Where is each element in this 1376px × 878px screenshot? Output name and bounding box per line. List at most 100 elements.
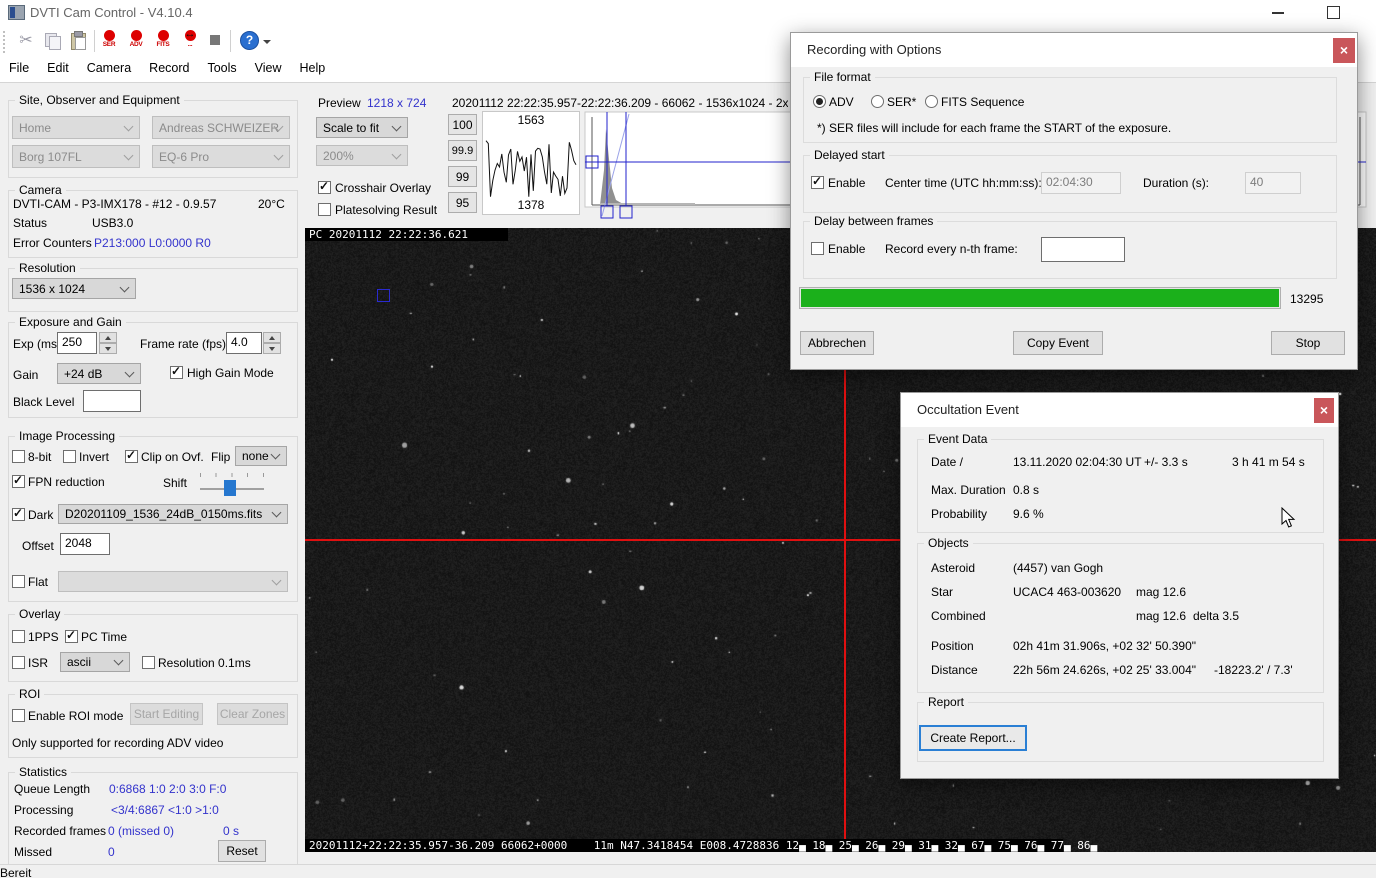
observer-select[interactable]: Andreas SCHWEIZER (152, 116, 290, 139)
recording-progress-fill (801, 289, 1279, 307)
processing-value: <3/4:6867 <1:0 >1:0 (111, 803, 219, 817)
clip-label: Clip on Ovf. (141, 450, 204, 464)
chevron-down-icon (272, 508, 282, 518)
high-gain-label: High Gain Mode (187, 366, 274, 380)
site-select[interactable]: Home (12, 116, 140, 139)
telescope-select[interactable]: Borg 107FL (12, 145, 140, 168)
isr-mode-select[interactable]: ascii (60, 652, 130, 672)
roi-enable-checkbox[interactable] (12, 709, 25, 722)
black-level-input[interactable] (83, 390, 141, 412)
recording-dialog-titlebar[interactable]: Recording with Options (791, 33, 1357, 67)
menu-camera[interactable]: Camera (78, 58, 140, 78)
stop-icon[interactable] (210, 35, 220, 45)
center-time-label: Center time (UTC hh:mm:ss): (885, 176, 1042, 190)
record-ser-button[interactable]: SER (100, 29, 118, 53)
cut-icon[interactable]: ✂ (16, 30, 36, 52)
recording-dialog-close-button[interactable] (1333, 38, 1355, 63)
missed-label: Missed (14, 845, 52, 859)
1pps-checkbox[interactable] (12, 630, 25, 643)
center-time-input[interactable]: 02:04:30 (1041, 172, 1121, 194)
processing-label: Processing (14, 803, 73, 817)
toolbar-dropdown-icon[interactable] (263, 40, 271, 44)
gain-select[interactable]: +24 dB (57, 363, 141, 384)
scale-mode-select[interactable]: Scale to fit (316, 117, 408, 138)
minimize-button[interactable] (1272, 12, 1284, 14)
adv-radio[interactable] (813, 95, 826, 108)
menu-help[interactable]: Help (291, 58, 335, 78)
flat-checkbox[interactable] (12, 575, 25, 588)
resolution-select[interactable]: 1536 x 1024 (12, 278, 136, 299)
resolution01-checkbox[interactable] (142, 656, 155, 669)
copy-event-button[interactable]: Copy Event (1013, 331, 1103, 355)
level-99.9-button[interactable]: 99.9 (448, 140, 477, 161)
invert-checkbox[interactable] (63, 450, 76, 463)
camera-temperature: 20°C (258, 197, 285, 211)
record-adv-button[interactable]: ADV (127, 29, 145, 53)
fps-stepper[interactable] (263, 332, 281, 354)
dark-checkbox[interactable] (12, 508, 25, 521)
create-report-button[interactable]: Create Report... (919, 725, 1027, 751)
level-99-button[interactable]: 99 (448, 166, 477, 187)
offset-label: Offset (22, 539, 54, 553)
flat-file-select[interactable] (58, 571, 288, 592)
menu-file[interactable]: File (0, 58, 38, 78)
level-100-button[interactable]: 100 (448, 114, 477, 135)
platesolving-checkbox[interactable] (318, 203, 331, 216)
copy-icon[interactable] (44, 32, 62, 50)
reset-button[interactable]: Reset (218, 840, 266, 862)
duration-label: Duration (s): (1143, 176, 1209, 190)
pc-time-checkbox[interactable] (65, 630, 78, 643)
cancel-button[interactable]: Abbrechen (800, 331, 874, 355)
spin-down-icon[interactable] (99, 343, 117, 354)
duration-input[interactable]: 40 (1245, 172, 1301, 194)
nth-frame-input[interactable] (1041, 237, 1125, 262)
error-counters-label: Error Counters (13, 236, 92, 250)
fpn-checkbox[interactable] (12, 475, 25, 488)
menu-edit[interactable]: Edit (38, 58, 78, 78)
menu-bar: File Edit Camera Record Tools View Help (0, 58, 334, 78)
spin-up-icon[interactable] (99, 332, 117, 343)
record-options-button[interactable]: ↔ ... (181, 29, 199, 53)
position-label: Position (931, 639, 974, 653)
exp-stepper[interactable] (99, 332, 117, 354)
high-gain-checkbox[interactable] (170, 366, 183, 379)
occultation-dialog-titlebar[interactable]: Occultation Event (901, 393, 1338, 427)
countdown-value: 3 h 41 m 54 s (1232, 455, 1305, 469)
paste-icon[interactable] (70, 31, 88, 51)
flip-select[interactable]: none (235, 446, 287, 466)
asteroid-value: (4457) van Gogh (1013, 561, 1103, 575)
isr-checkbox[interactable] (12, 656, 25, 669)
chevron-down-icon (114, 656, 124, 666)
exp-label: Exp (ms) (13, 337, 61, 351)
menu-view[interactable]: View (246, 58, 291, 78)
exp-input[interactable]: 250 (57, 332, 97, 354)
dark-file-select[interactable]: D20201109_1536_24dB_0150ms.fits (58, 504, 288, 524)
spin-down-icon[interactable] (263, 343, 281, 354)
maximize-button[interactable] (1327, 6, 1340, 19)
ser-radio[interactable] (871, 95, 884, 108)
delayed-start-enable-checkbox[interactable] (811, 176, 824, 189)
start-editing-button[interactable]: Start Editing (130, 703, 203, 725)
spin-up-icon[interactable] (263, 332, 281, 343)
arrow-icon: ↔ (178, 28, 202, 40)
occultation-dialog-close-button[interactable] (1314, 398, 1334, 423)
offset-input[interactable]: 2048 (60, 533, 110, 555)
clear-zones-button[interactable]: Clear Zones (217, 703, 288, 725)
stop-button[interactable]: Stop (1271, 331, 1345, 355)
help-icon[interactable]: ? (240, 31, 259, 50)
menu-tools[interactable]: Tools (198, 58, 245, 78)
star-mag-value: mag 12.6 (1136, 585, 1186, 599)
menu-record[interactable]: Record (140, 58, 198, 78)
fits-radio[interactable] (925, 95, 938, 108)
record-fits-button[interactable]: FITS (154, 29, 172, 53)
level-95-button[interactable]: 95 (448, 192, 477, 213)
delay-frames-enable-checkbox[interactable] (811, 242, 824, 255)
shift-slider-handle[interactable] (224, 480, 236, 496)
zoom-select[interactable]: 200% (316, 145, 408, 166)
clip-checkbox[interactable] (125, 450, 138, 463)
mouse-cursor (1281, 507, 1297, 529)
fps-input[interactable]: 4.0 (226, 332, 262, 354)
8bit-checkbox[interactable] (12, 450, 25, 463)
crosshair-overlay-checkbox[interactable] (318, 181, 331, 194)
mount-select[interactable]: EQ-6 Pro (152, 145, 290, 168)
